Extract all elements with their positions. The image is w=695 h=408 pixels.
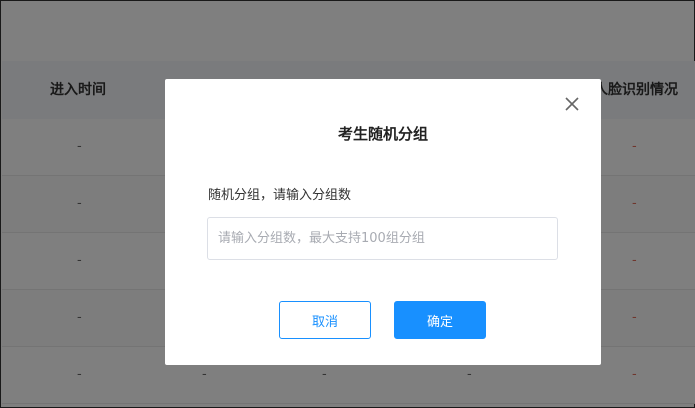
close-button[interactable] [561, 93, 583, 115]
dialog-title: 考生随机分组 [337, 125, 428, 143]
confirm-button[interactable]: 确定 [394, 301, 486, 339]
group-count-label: 随机分组，请输入分组数 [208, 188, 352, 203]
close-icon [565, 97, 579, 111]
random-group-dialog: 考生随机分组 随机分组，请输入分组数 取消 确定 [165, 79, 601, 365]
group-count-input[interactable] [207, 217, 558, 260]
cancel-button[interactable]: 取消 [279, 301, 371, 339]
